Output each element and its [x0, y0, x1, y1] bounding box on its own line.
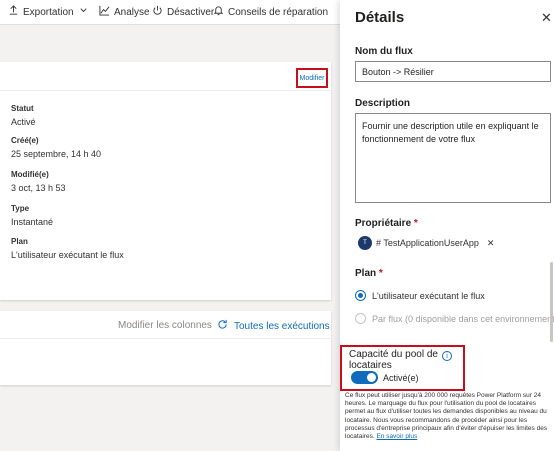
modified-value: 3 oct, 13 h 53	[11, 183, 66, 193]
created-value: 25 septembre, 14 h 40	[11, 149, 102, 159]
plan-radio-per-flow[interactable]: Par flux (0 disponible dans cet environn…	[355, 313, 554, 324]
plan-radio-per-flow-label: Par flux (0 disponible dans cet environn…	[372, 313, 554, 324]
modified-field: Modifié(e) 3 oct, 13 h 53	[11, 170, 66, 193]
edit-details-link[interactable]: Modifier	[296, 68, 328, 88]
plan-radio-user[interactable]: L'utilisateur exécutant le flux	[355, 290, 485, 301]
all-runs-link[interactable]: Toutes les exécutions	[217, 319, 330, 333]
bell-icon	[213, 5, 224, 19]
flow-details-page: Exportation Analyse Désactiver Conseils …	[0, 0, 340, 451]
description-label: Description	[355, 98, 411, 109]
flow-name-label: Nom du flux	[355, 46, 413, 57]
owner-label-text: Propriétaire	[355, 218, 412, 229]
details-card: Statut Activé Créé(e) 25 septembre, 14 h…	[0, 62, 331, 300]
edit-columns-button[interactable]: Modifier les colonnes	[118, 320, 212, 331]
status-value: Activé	[11, 117, 36, 127]
toggle-knob	[367, 373, 376, 382]
panel-title: Détails	[355, 9, 405, 26]
tenant-pool-label: Capacité du pool de locataires	[349, 349, 438, 371]
plan-radio-user-label: L'utilisateur exécutant le flux	[372, 290, 485, 301]
repair-tips-button[interactable]: Conseils de réparation	[213, 5, 328, 19]
flow-name-input[interactable]: Bouton -> Résilier	[355, 61, 551, 82]
chart-line-icon	[99, 5, 110, 19]
plan-label: Plan	[11, 237, 28, 246]
export-label: Exportation	[23, 6, 74, 18]
plan-value: L'utilisateur exécutant le flux	[11, 250, 124, 260]
required-marker: *	[413, 218, 418, 229]
radio-unselected-icon	[355, 313, 366, 324]
disable-button[interactable]: Désactiver	[152, 5, 214, 19]
owner-label: Propriétaire *	[355, 218, 418, 229]
refresh-icon	[217, 319, 228, 333]
type-field: Type Instantané	[11, 204, 53, 227]
plan-field: Plan L'utilisateur exécutant le flux	[11, 237, 124, 260]
status-field: Statut Activé	[11, 104, 36, 127]
plan-section-label: Plan *	[355, 268, 383, 279]
owner-name: # TestApplicationUserApp	[376, 238, 479, 248]
avatar: T	[358, 236, 372, 250]
modified-label: Modifié(e)	[11, 170, 49, 179]
description-textarea[interactable]: Fournir une description utile en expliqu…	[355, 113, 551, 203]
created-label: Créé(e)	[11, 136, 39, 145]
disable-label: Désactiver	[167, 6, 215, 18]
close-icon[interactable]: ✕	[541, 10, 552, 26]
type-label: Type	[11, 204, 30, 213]
status-label: Statut	[11, 104, 34, 113]
power-icon	[152, 5, 163, 19]
type-value: Instantané	[11, 217, 54, 227]
analytics-button[interactable]: Analyse	[99, 5, 150, 19]
created-field: Créé(e) 25 septembre, 14 h 40	[11, 136, 101, 159]
info-icon[interactable]: i	[442, 351, 452, 361]
tenant-pool-note: Ce flux peut utiliser jusqu'à 200 000 re…	[345, 392, 552, 441]
tenant-pool-toggle-label: Activé(e)	[383, 373, 419, 383]
radio-selected-icon	[355, 290, 366, 301]
plan-section-label-text: Plan	[355, 268, 377, 279]
export-icon	[8, 5, 19, 19]
remove-owner-icon[interactable]: ✕	[487, 238, 495, 249]
all-runs-label: Toutes les exécutions	[234, 320, 330, 332]
tenant-pool-toggle[interactable]	[351, 371, 378, 384]
repair-tips-label: Conseils de réparation	[228, 6, 329, 18]
details-card-header	[0, 62, 331, 91]
panel-scrollbar[interactable]	[550, 262, 553, 342]
learn-more-link[interactable]: En savoir plus	[376, 433, 417, 440]
export-button[interactable]: Exportation	[8, 5, 89, 19]
required-marker: *	[378, 268, 383, 279]
analytics-label: Analyse	[114, 6, 150, 18]
chevron-down-icon	[78, 5, 89, 19]
command-bar: Exportation Analyse Désactiver Conseils …	[0, 0, 340, 25]
owner-chip[interactable]: T # TestApplicationUserApp ✕	[358, 235, 494, 251]
